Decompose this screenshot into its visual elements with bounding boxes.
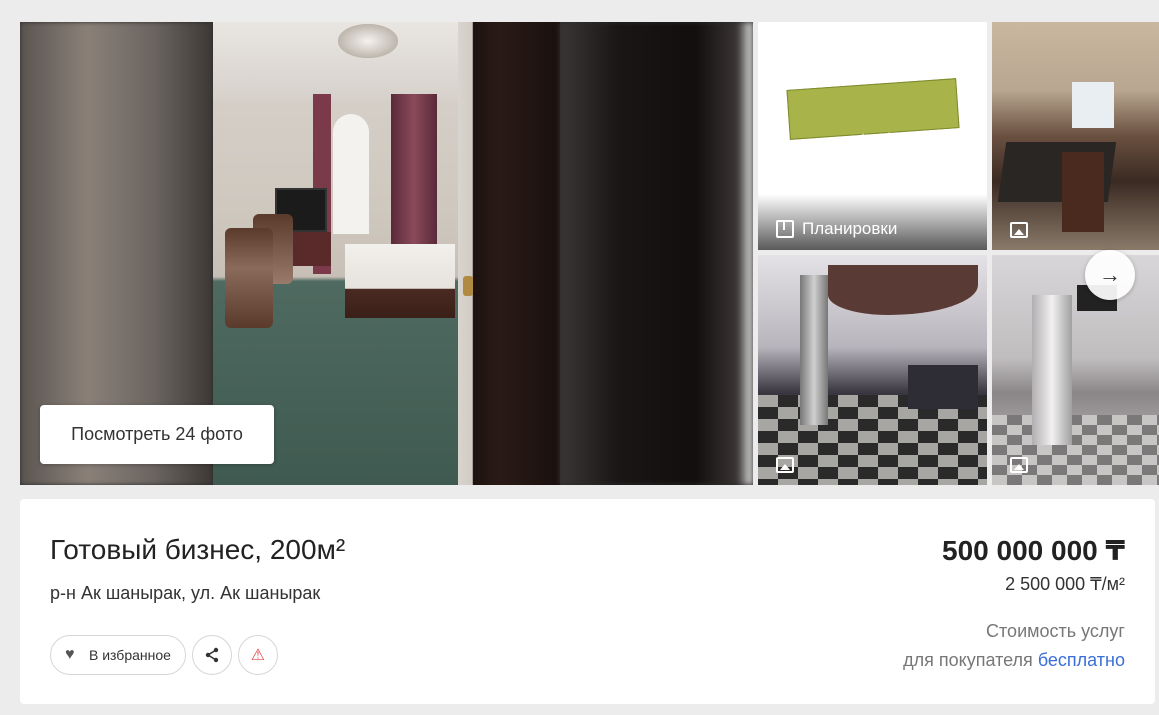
photo-thumbnail-4[interactable] xyxy=(992,255,1159,485)
room-bed xyxy=(345,244,455,318)
thumbnail-2-chair xyxy=(1062,152,1104,232)
chandelier xyxy=(338,24,398,58)
services-buyer-label: для покупателя xyxy=(903,650,1033,670)
services-free-link[interactable]: бесплатно xyxy=(1038,650,1125,670)
thumbnail-4-pillar xyxy=(1032,295,1072,445)
photo-thumbnail-2[interactable] xyxy=(992,22,1159,250)
floorplan-label-text: Планировки xyxy=(802,219,898,238)
main-photo-blur-right xyxy=(560,22,753,485)
price-per-sqm: 2 500 000 ₸/м² xyxy=(1005,574,1125,594)
floorplan-thumbnail[interactable]: etagi Планировки xyxy=(758,22,987,250)
floorplan-watermark: etagi xyxy=(850,130,893,150)
services-cost-label: Стоимость услуг xyxy=(986,621,1125,641)
share-button[interactable] xyxy=(191,635,232,675)
image-icon xyxy=(1010,222,1028,238)
favorites-label: В избранное xyxy=(89,647,171,663)
thumbnail-4-floor xyxy=(992,415,1159,485)
thumbnail-3-sofa xyxy=(908,365,978,409)
room-chair-front xyxy=(225,228,273,328)
floorplan-icon xyxy=(776,220,794,238)
warning-icon: ⚠ xyxy=(250,647,266,664)
room-door xyxy=(458,22,560,485)
photo-gallery: Посмотреть 24 фото etagi Планировки → xyxy=(20,22,1159,485)
listing-info-card: Готовый бизнес, 200м² р-н Ак шанырак, ул… xyxy=(20,499,1155,704)
image-icon xyxy=(1010,457,1028,473)
arrow-right-icon: → xyxy=(1099,262,1121,287)
image-icon xyxy=(776,457,794,473)
listing-actions: ♥ В избранное ⚠ xyxy=(50,635,278,675)
main-photo[interactable]: Посмотреть 24 фото xyxy=(20,22,753,485)
floorplan-label: Планировки xyxy=(776,219,897,239)
share-icon xyxy=(205,647,219,663)
listing-price: 500 000 000 ₸ xyxy=(942,535,1125,566)
listing-address: р-н Ак шанырак, ул. Ак шанырак xyxy=(50,583,321,603)
heart-icon: ♥ xyxy=(65,646,75,663)
services-cost-value: для покупателя бесплатно xyxy=(903,650,1125,671)
thumbnail-3-column xyxy=(800,275,828,425)
thumbnail-2-window xyxy=(1072,82,1114,128)
view-all-photos-button[interactable]: Посмотреть 24 фото xyxy=(40,405,274,464)
room-window xyxy=(333,114,369,234)
report-button[interactable]: ⚠ xyxy=(237,635,278,675)
gallery-next-button[interactable]: → xyxy=(1085,250,1135,300)
listing-title: Готовый бизнес, 200м² xyxy=(50,534,346,565)
add-to-favorites-button[interactable]: ♥ В избранное xyxy=(50,635,186,675)
photo-thumbnail-3[interactable] xyxy=(758,255,987,485)
room-doorknob xyxy=(463,276,473,296)
thumbnail-3-drape xyxy=(828,265,978,315)
